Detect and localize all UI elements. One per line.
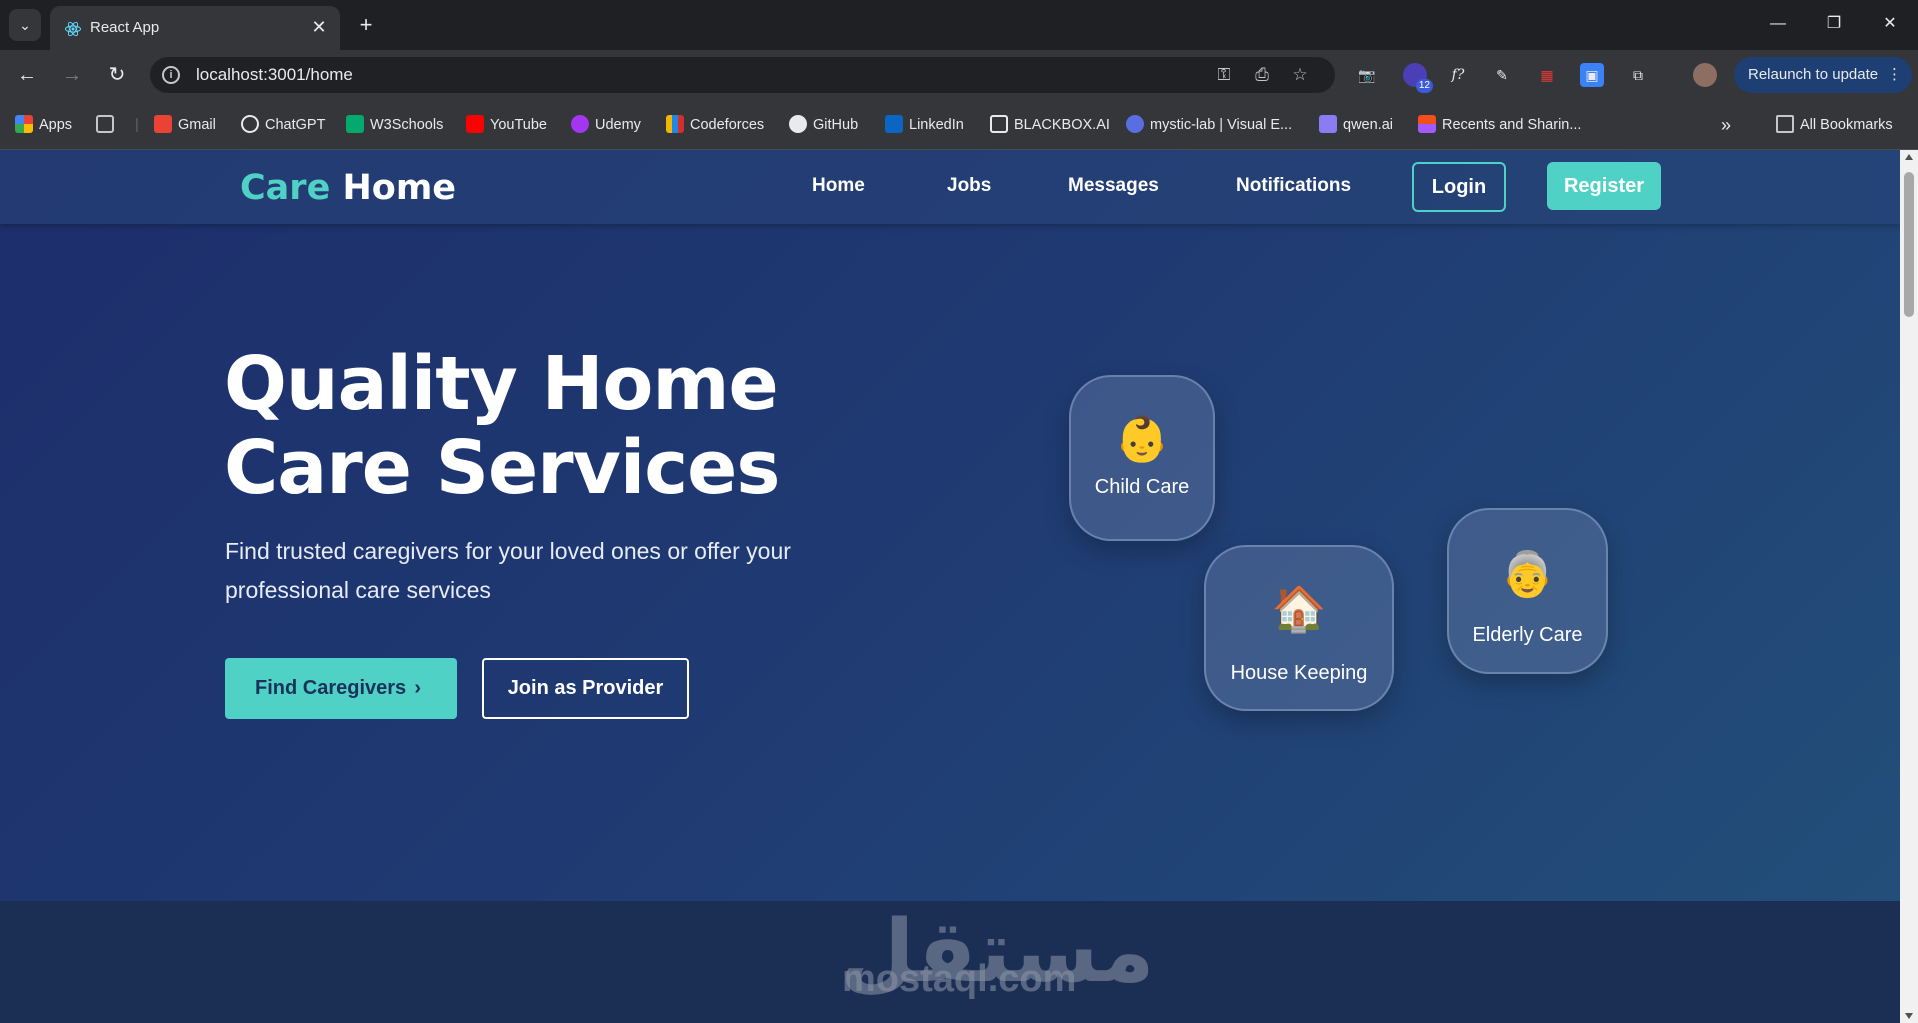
bookmark-udemy[interactable]: Udemy <box>571 115 641 135</box>
udemy-icon <box>571 115 589 133</box>
all-bookmarks-button[interactable]: All Bookmarks <box>1776 115 1893 135</box>
nav-link-messages[interactable]: Messages <box>1068 175 1159 197</box>
site-logo[interactable]: Care Home <box>240 168 456 208</box>
house-icon: 🏠 <box>1271 585 1327 634</box>
site-navbar: Care Home Home Jobs Messages Notificatio… <box>0 150 1900 224</box>
nav-link-notifications[interactable]: Notifications <box>1236 175 1351 197</box>
youtube-icon <box>466 115 484 133</box>
grid-extension-icon[interactable]: ▦ <box>1535 63 1559 87</box>
address-bar[interactable]: i localhost:3001/home ⚿ ⎙ ☆ <box>150 57 1335 93</box>
service-label: House Keeping <box>1230 662 1368 684</box>
qwen-icon <box>1319 115 1337 133</box>
new-tab-button[interactable]: + <box>352 11 380 39</box>
camera-extension-icon[interactable]: 📷 <box>1355 63 1379 87</box>
more-bookmarks-icon[interactable]: » <box>1721 115 1731 135</box>
bookmark-qwen[interactable]: qwen.ai <box>1319 115 1393 135</box>
extension-badge-count: 12 <box>1415 79 1433 93</box>
baby-icon: 👶 <box>1114 415 1170 464</box>
github-icon <box>789 115 807 133</box>
hero-title: Quality Home Care Services <box>224 341 780 511</box>
extension-badge-icon[interactable]: 12 <box>1403 63 1433 93</box>
profile-avatar[interactable] <box>1693 63 1717 87</box>
tab-title: React App <box>90 19 160 36</box>
codeforces-icon <box>666 115 684 133</box>
minimize-button[interactable]: — <box>1758 8 1798 40</box>
site-info-icon[interactable]: i <box>162 66 180 84</box>
close-window-button[interactable]: ✕ <box>1870 8 1910 40</box>
linkedin-icon <box>885 115 903 133</box>
nav-link-jobs[interactable]: Jobs <box>947 175 991 197</box>
service-label: Elderly Care <box>1472 624 1583 646</box>
tab-groups-icon[interactable] <box>96 115 120 135</box>
bookmark-blackbox[interactable]: BLACKBOX.AI <box>990 115 1110 135</box>
figma-icon <box>1418 115 1436 133</box>
watermark-latin: mostaql.com <box>842 958 1077 1000</box>
bookmark-w3schools[interactable]: W3Schools <box>346 115 443 135</box>
nav-link-home[interactable]: Home <box>812 175 865 197</box>
scroll-up-arrow-icon[interactable] <box>1905 154 1913 160</box>
tab-search-button[interactable]: ⌄ <box>9 9 41 41</box>
folder-icon <box>1776 115 1794 133</box>
install-app-icon[interactable]: ⎙ <box>1250 63 1274 87</box>
restore-button[interactable]: ❐ <box>1814 8 1854 40</box>
hero-subtitle: Find trusted caregivers for your loved o… <box>225 538 791 603</box>
reload-button[interactable]: ↻ <box>102 60 132 90</box>
service-card-elderly-care[interactable]: 👵 Elderly Care <box>1447 508 1608 674</box>
service-card-child-care[interactable]: 👶 Child Care <box>1069 375 1215 541</box>
tab-strip: ⌄ React App ✕ + — ❐ ✕ <box>0 0 1918 50</box>
browser-tab[interactable]: React App ✕ <box>50 6 340 50</box>
find-caregivers-label: Find Caregivers <box>255 677 407 699</box>
more-menu-icon[interactable]: ⋮ <box>1887 57 1902 93</box>
bookmark-codeforces[interactable]: Codeforces <box>666 115 764 135</box>
bookmark-star-icon[interactable]: ☆ <box>1288 63 1312 87</box>
service-label: Child Care <box>1094 476 1190 498</box>
service-card-house-keeping[interactable]: 🏠 House Keeping <box>1204 545 1394 711</box>
chevron-right-icon: › <box>414 677 421 699</box>
chatgpt-icon <box>241 115 259 133</box>
close-tab-icon[interactable]: ✕ <box>308 16 330 38</box>
logo-care-text: Care <box>240 168 331 208</box>
bookmark-gmail[interactable]: Gmail <box>154 115 216 135</box>
scroll-down-arrow-icon[interactable] <box>1905 1013 1913 1019</box>
bookmarks-divider: | <box>135 117 139 133</box>
page-viewport: Care Home Home Jobs Messages Notificatio… <box>0 150 1900 1023</box>
join-as-provider-button[interactable]: Join as Provider <box>482 658 689 719</box>
browser-toolbar: ← → ↻ i localhost:3001/home ⚿ ⎙ ☆ 📷 12 f… <box>0 50 1918 100</box>
formula-extension-icon[interactable]: f? <box>1446 63 1470 87</box>
relaunch-label: Relaunch to update <box>1748 66 1879 83</box>
bookmark-linkedin[interactable]: LinkedIn <box>885 115 964 135</box>
apps-grid-icon <box>15 115 33 133</box>
logo-home-text: Home <box>342 168 457 208</box>
register-button[interactable]: Register <box>1547 162 1661 210</box>
mystic-lab-icon <box>1126 115 1144 133</box>
forward-button[interactable]: → <box>57 60 87 90</box>
bookmark-mystic-lab[interactable]: mystic-lab | Visual E... <box>1126 115 1292 135</box>
scroll-thumb[interactable] <box>1904 172 1914 317</box>
bookmark-chatgpt[interactable]: ChatGPT <box>241 115 325 135</box>
elderly-woman-icon: 👵 <box>1500 550 1555 599</box>
bookmark-youtube[interactable]: YouTube <box>466 115 547 135</box>
page-scrollbar[interactable] <box>1900 150 1918 1023</box>
login-button[interactable]: Login <box>1412 162 1506 212</box>
url-text[interactable]: localhost:3001/home <box>196 65 353 85</box>
eyedropper-extension-icon[interactable]: ✎ <box>1490 63 1514 87</box>
back-button[interactable]: ← <box>12 60 42 90</box>
bookmarks-bar: Apps | Gmail ChatGPT W3Schools YouTube U… <box>0 100 1918 150</box>
gmail-icon <box>154 115 172 133</box>
find-caregivers-button[interactable]: Find Caregivers › <box>225 658 457 719</box>
password-key-icon[interactable]: ⚿ <box>1212 63 1236 87</box>
browser-chrome: ⌄ React App ✕ + — ❐ ✕ ← → ↻ i localhost:… <box>0 0 1918 150</box>
bookmark-apps[interactable]: Apps <box>15 115 72 135</box>
blackbox-icon <box>990 115 1008 133</box>
w3schools-icon <box>346 115 364 133</box>
relaunch-button[interactable]: Relaunch to update ⋮ <box>1734 57 1912 93</box>
extensions-puzzle-icon[interactable]: ⧉ <box>1626 63 1650 87</box>
bookmark-figma[interactable]: Recents and Sharin... <box>1418 115 1581 135</box>
window-extension-icon[interactable]: ▣ <box>1580 63 1604 87</box>
react-icon <box>65 21 81 37</box>
bookmark-github[interactable]: GitHub <box>789 115 858 135</box>
